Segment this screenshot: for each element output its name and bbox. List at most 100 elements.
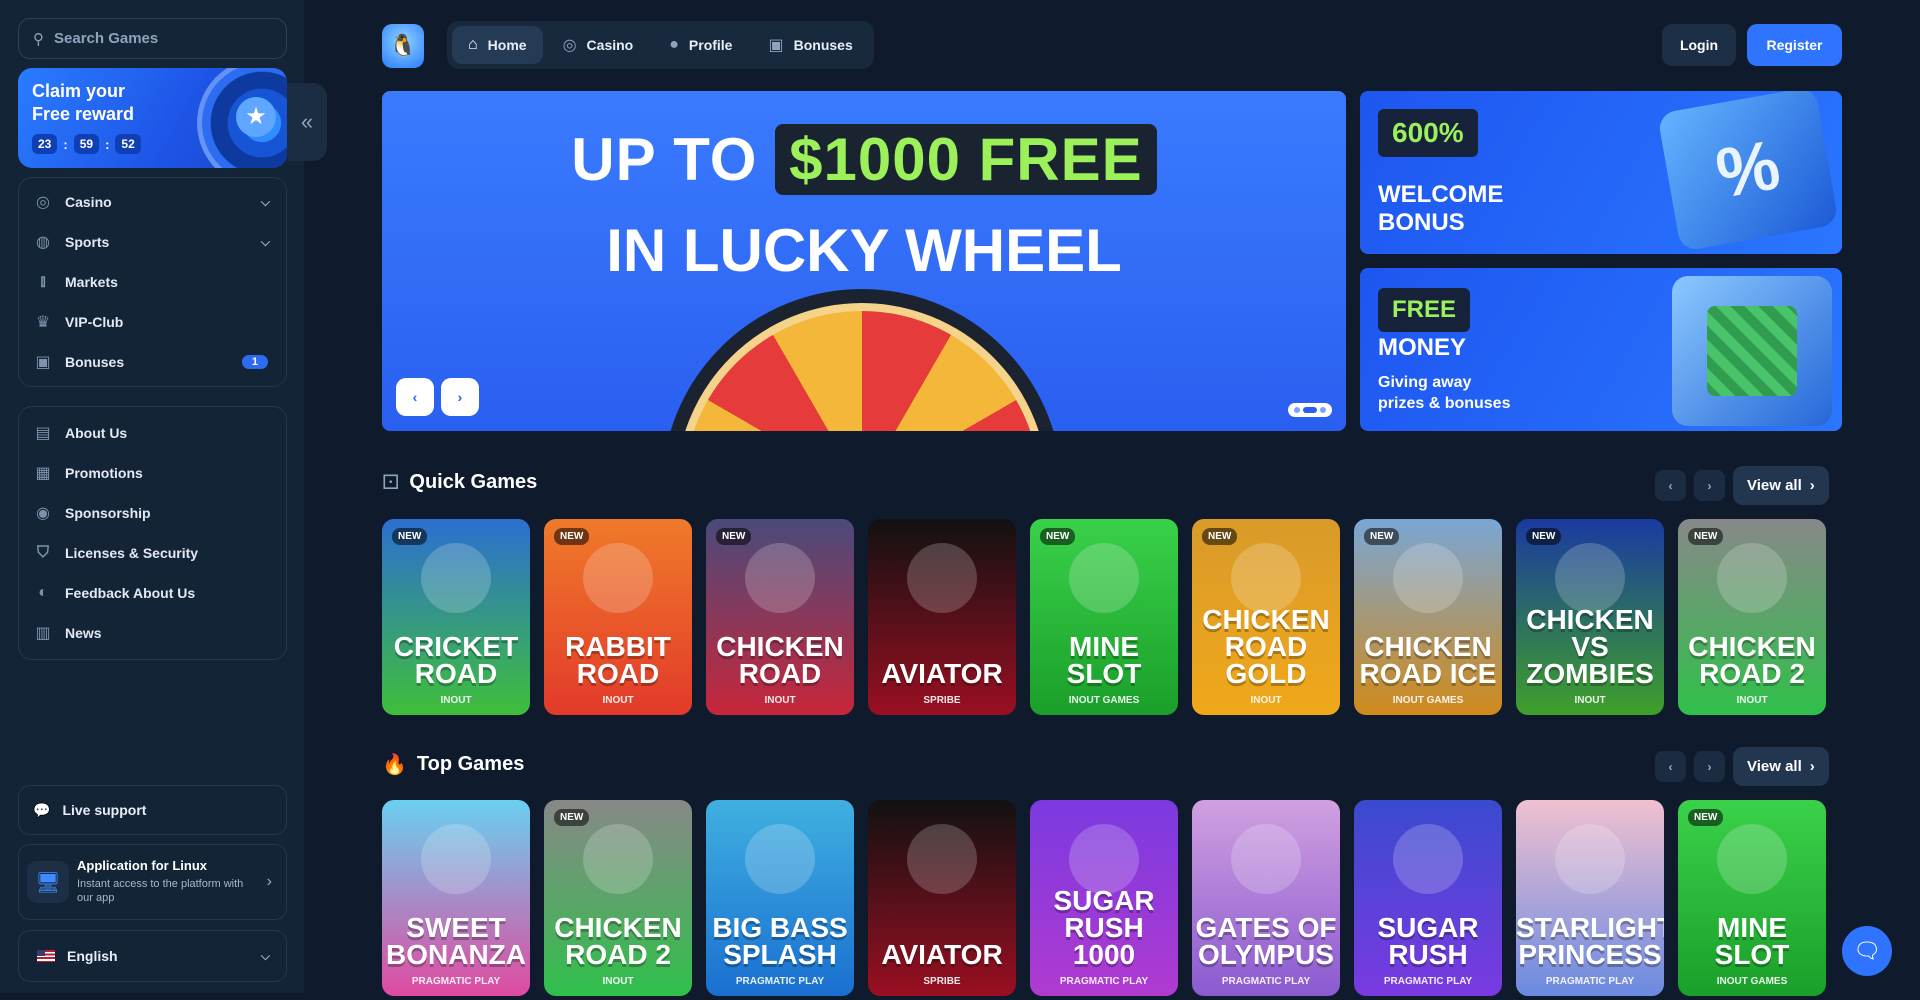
game-card[interactable]: STARLIGHT PRINCESS PRAGMATIC PLAY	[1516, 800, 1664, 996]
game-card[interactable]: AVIATOR SPRIBE	[868, 800, 1016, 996]
game-card[interactable]: GATES OF OLYMPUS PRAGMATIC PLAY	[1192, 800, 1340, 996]
game-card[interactable]: SWEET BONANZA PRAGMATIC PLAY	[382, 800, 530, 996]
game-provider: PRAGMATIC PLAY	[411, 976, 501, 987]
gift-icon: ▣	[35, 354, 51, 371]
tab-bonuses[interactable]: ▣ Bonuses	[752, 26, 868, 64]
money-safe-icon	[1672, 276, 1832, 426]
welcome-bonus-promo[interactable]: 600% WELCOME BONUS %	[1360, 91, 1842, 254]
promo-subtitle: Giving away prizes & bonuses	[1378, 374, 1511, 412]
dice-icon: ⚀	[382, 472, 400, 494]
collapse-sidebar-button[interactable]: «	[287, 83, 327, 161]
sidebar-item-label: Promotions	[65, 465, 143, 481]
tab-label: Bonuses	[793, 37, 853, 53]
sidebar-item-sponsorship[interactable]: ◉ Sponsorship	[19, 493, 286, 533]
game-card[interactable]: NEW CHICKEN ROAD 2 INOUT	[544, 800, 692, 996]
game-title: CHICKEN ROAD GOLD	[1202, 604, 1330, 689]
language-selector[interactable]: English ⌵	[18, 930, 287, 982]
game-card[interactable]: NEW CRICKET ROAD INOUT	[382, 519, 530, 715]
game-title: CHICKEN ROAD ICE	[1359, 631, 1497, 689]
new-badge: NEW	[554, 528, 590, 545]
new-badge: NEW	[1526, 528, 1562, 545]
top-games-view-all-button[interactable]: View all ›	[1733, 747, 1829, 786]
quick-games-view-all-button[interactable]: View all ›	[1733, 466, 1829, 505]
linux-app-card[interactable]: 🖥 Application for Linux Instant access t…	[18, 844, 287, 920]
tab-home[interactable]: ⌂ Home	[452, 26, 543, 64]
game-title: MINE SLOT	[1714, 912, 1790, 970]
game-card[interactable]: AVIATOR SPRIBE	[868, 519, 1016, 715]
login-button[interactable]: Login	[1662, 24, 1736, 66]
hero-pagination[interactable]	[1288, 403, 1332, 417]
free-money-promo[interactable]: FREE MONEY Giving away prizes & bonuses	[1360, 268, 1842, 431]
search-box[interactable]: ⚲ Search Games	[18, 18, 287, 59]
sidebar-item-label: Sponsorship	[65, 505, 151, 521]
game-card[interactable]: NEW CHICKEN VS ZOMBIES INOUT	[1516, 519, 1664, 715]
quick-games-next-button[interactable]: ›	[1694, 470, 1725, 501]
sidebar-item-promotions[interactable]: ▦ Promotions	[19, 453, 286, 493]
live-support-button[interactable]: 💬 Live support	[18, 785, 287, 835]
game-art-icon	[421, 824, 491, 894]
game-card[interactable]: SUGAR RUSH PRAGMATIC PLAY	[1354, 800, 1502, 996]
game-card[interactable]: NEW CHICKEN ROAD INOUT	[706, 519, 854, 715]
top-games-next-button[interactable]: ›	[1694, 751, 1725, 782]
sidebar-item-markets[interactable]: ⫾ Markets	[19, 262, 286, 302]
page-dot-active[interactable]	[1303, 407, 1317, 413]
search-input[interactable]: Search Games	[54, 30, 158, 47]
game-title: CHICKEN ROAD 2	[554, 912, 682, 970]
sidebar-item-about-us[interactable]: ▤ About Us	[19, 413, 286, 453]
sidebar-item-news[interactable]: ▥ News	[19, 613, 286, 653]
chevron-right-icon: ›	[266, 873, 272, 890]
game-card[interactable]: NEW CHICKEN ROAD 2 INOUT	[1678, 519, 1826, 715]
game-card[interactable]: NEW RABBIT ROAD INOUT	[544, 519, 692, 715]
game-provider: PRAGMATIC PLAY	[1059, 976, 1149, 987]
game-card[interactable]: NEW CHICKEN ROAD GOLD INOUT	[1192, 519, 1340, 715]
quick-games-prev-button[interactable]: ‹	[1655, 470, 1686, 501]
new-badge: NEW	[716, 528, 752, 545]
page-dot[interactable]	[1320, 407, 1326, 413]
game-card[interactable]: BIG BASS SPLASH PRAGMATIC PLAY	[706, 800, 854, 996]
sidebar-item-sports[interactable]: ◍ Sports ⌵	[19, 222, 286, 262]
hero-prev-button[interactable]: ‹	[396, 378, 434, 416]
app-subtitle: Instant access to the platform with our …	[77, 878, 244, 904]
quick-games-heading: ⚀ Quick Games	[382, 471, 538, 494]
shield-icon: ⛉	[36, 544, 49, 561]
casino-chip-icon: ◎	[36, 194, 50, 211]
sidebar-item-label: Markets	[65, 274, 118, 290]
brand-logo[interactable]: 🐧	[382, 24, 424, 68]
game-art-icon	[1069, 543, 1139, 613]
new-badge: NEW	[1688, 528, 1724, 545]
medal-icon: ◉	[36, 505, 50, 522]
game-art-icon	[907, 824, 977, 894]
register-button[interactable]: Register	[1747, 24, 1842, 66]
chat-widget-button[interactable]: 🗨	[1842, 926, 1892, 976]
sidebar-item-feedback-about-us[interactable]: ◐ Feedback About Us	[19, 573, 286, 613]
tab-profile[interactable]: ● Profile	[653, 26, 748, 64]
quick-games-row: NEW CRICKET ROAD INOUT NEW RABBIT ROAD INOUT NEW…	[382, 519, 1842, 719]
sidebar-item-casino[interactable]: ◎ Casino ⌵	[19, 182, 286, 222]
game-card[interactable]: NEW MINE SLOT INOUT GAMES	[1030, 519, 1178, 715]
tab-casino[interactable]: ◎ Casino	[547, 26, 650, 64]
sidebar-item-vip-club[interactable]: ♛ VIP-Club	[19, 302, 286, 342]
chevron-right-icon: ›	[1809, 477, 1815, 494]
game-title: CHICKEN VS ZOMBIES	[1526, 604, 1654, 689]
game-provider: PRAGMATIC PLAY	[1221, 976, 1311, 987]
game-art-icon	[745, 543, 815, 613]
game-card[interactable]: NEW MINE SLOT INOUT GAMES	[1678, 800, 1826, 996]
ticket-icon: ▦	[35, 465, 51, 482]
hero-next-button[interactable]: ›	[441, 378, 479, 416]
game-provider: INOUT	[440, 695, 472, 706]
page-dot[interactable]	[1294, 407, 1300, 413]
lucky-wheel-graphic	[662, 289, 1062, 431]
sidebar-item-bonuses[interactable]: ▣ Bonuses 1	[19, 342, 286, 382]
free-reward-banner[interactable]: Claim your Free reward 23: 59: 52	[18, 68, 287, 168]
sidebar-item-licenses-security[interactable]: ⛉ Licenses & Security	[19, 533, 286, 573]
game-card[interactable]: SUGAR RUSH 1000 PRAGMATIC PLAY	[1030, 800, 1178, 996]
game-provider: INOUT	[1736, 695, 1768, 706]
hero-banner[interactable]: UP TO $1000 FREE IN LUCKY WHEEL ‹ ›	[382, 91, 1346, 431]
game-card[interactable]: NEW CHICKEN ROAD ICE INOUT GAMES	[1354, 519, 1502, 715]
reward-wheel-icon	[197, 68, 287, 168]
game-title: CRICKET ROAD	[393, 631, 519, 689]
chevron-right-icon: ›	[1809, 758, 1815, 775]
game-provider: INOUT	[764, 695, 796, 706]
game-provider: INOUT	[602, 695, 634, 706]
top-games-prev-button[interactable]: ‹	[1655, 751, 1686, 782]
